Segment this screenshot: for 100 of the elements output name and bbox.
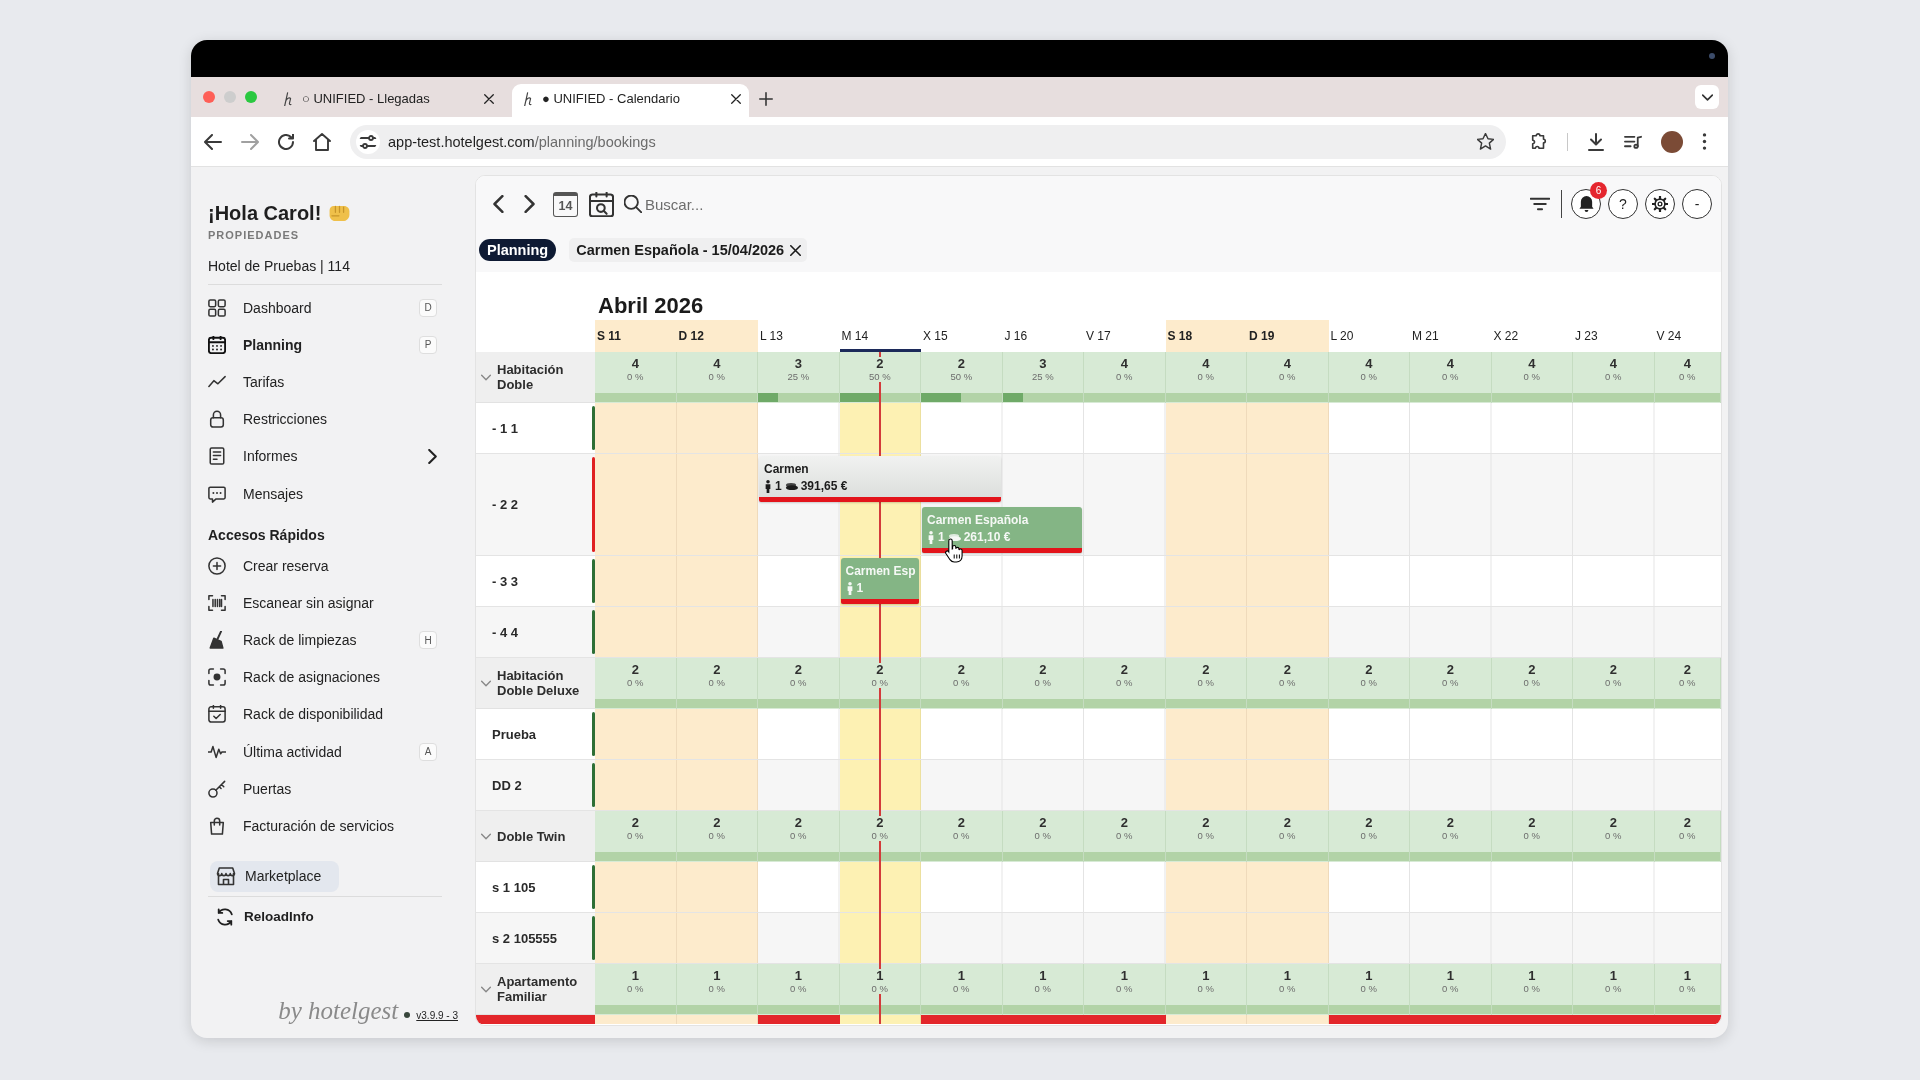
calendar-cell[interactable] (839, 1015, 921, 1024)
calendar-cell[interactable] (676, 913, 758, 963)
room-type-header[interactable]: Doble Twin (476, 811, 595, 862)
calendar-cell[interactable] (1247, 556, 1329, 606)
calendar-cell[interactable] (839, 913, 921, 963)
address-bar[interactable]: app-test.hotelgest.com/planning/bookings (350, 124, 1506, 159)
calendar-cell[interactable] (839, 607, 921, 657)
download-icon[interactable] (1587, 132, 1605, 151)
calendar-cell[interactable] (595, 913, 677, 963)
search-input[interactable]: Buscar... (645, 192, 925, 216)
filter-chip[interactable]: Carmen Española - 15/04/2026 (569, 238, 808, 262)
calendar-cell[interactable] (1247, 913, 1329, 963)
back-arrow-icon[interactable] (204, 133, 222, 150)
calendar-cell[interactable] (921, 1015, 1003, 1024)
forward-arrow-icon[interactable] (241, 133, 259, 150)
calendar-cell[interactable] (676, 760, 758, 810)
calendar-cell[interactable] (595, 1015, 677, 1024)
calendar-cell[interactable] (676, 454, 758, 505)
calendar-cell[interactable] (676, 862, 758, 912)
reload-icon[interactable] (278, 133, 294, 150)
browser-tab[interactable]: ○ UNIFIED - Llegadas (272, 84, 502, 117)
calendar-cell[interactable] (1654, 1015, 1721, 1024)
room-type-header[interactable]: Habitación Doble (476, 352, 595, 403)
quick-access-item[interactable]: Rack de limpiezas H (208, 621, 442, 659)
close-icon[interactable] (484, 93, 494, 104)
quick-access-item[interactable]: Puertas (208, 770, 442, 808)
calendar-cell[interactable] (1165, 607, 1247, 657)
quick-access-item[interactable]: Rack de asignaciones (208, 658, 442, 696)
tab-list-button[interactable] (1695, 85, 1719, 109)
quick-access-item[interactable]: Crear reserva (208, 547, 442, 585)
kebab-menu-icon[interactable] (1702, 133, 1707, 150)
calendar-cell[interactable] (1165, 556, 1247, 606)
maximize-window-icon[interactable] (245, 91, 257, 103)
chevron-left-icon[interactable] (493, 195, 505, 213)
room-type-header[interactable]: Apartamento Familiar (476, 964, 595, 1015)
calendar-cell[interactable] (839, 760, 921, 810)
calendar-cell[interactable] (839, 403, 921, 453)
avatar-placeholder[interactable] (1661, 130, 1683, 153)
nav-item[interactable]: Mensajes (208, 474, 442, 513)
close-icon[interactable] (790, 244, 802, 256)
quick-access-item[interactable]: Rack de disponibilidad (208, 695, 442, 734)
nav-item[interactable]: Dashboard D (208, 289, 442, 327)
marketplace-button[interactable]: Marketplace (210, 860, 339, 892)
version-link[interactable]: v3.9.9 - 3 (416, 1009, 458, 1021)
calendar-cell[interactable] (1247, 504, 1329, 555)
calendar-cell[interactable] (595, 454, 677, 505)
minimize-window-icon[interactable] (224, 91, 236, 103)
help-button[interactable]: ? (1608, 189, 1638, 219)
calendar-cell[interactable] (595, 607, 677, 657)
calendar-cell[interactable] (1165, 862, 1247, 912)
calendar-cell[interactable] (595, 862, 677, 912)
calendar-search-icon[interactable] (589, 191, 614, 217)
reload-button[interactable]: ReloadInfo (208, 901, 318, 932)
calendar-cell[interactable] (1247, 862, 1329, 912)
quick-access-item[interactable]: Escanear sin asignar (208, 584, 442, 622)
calendar-cell[interactable] (1165, 913, 1247, 963)
calendar-cell[interactable] (1247, 1015, 1329, 1024)
nav-item[interactable]: Restricciones (208, 400, 442, 438)
calendar-cell[interactable] (595, 760, 677, 810)
playlist-icon[interactable] (1624, 133, 1642, 150)
calendar-cell[interactable] (1247, 403, 1329, 453)
chevron-right-icon[interactable] (523, 195, 535, 213)
calendar-cell[interactable] (595, 556, 677, 606)
quick-access-item[interactable]: Última actividad A (208, 733, 442, 771)
calendar-cell[interactable] (758, 1015, 840, 1024)
calendar-cell[interactable] (1247, 607, 1329, 657)
calendar-cell[interactable] (1247, 760, 1329, 810)
nav-item[interactable]: Planning P (208, 326, 442, 364)
calendar-cell[interactable] (1165, 403, 1247, 453)
calendar-cell[interactable] (1247, 709, 1329, 759)
nav-item[interactable]: Informes (208, 437, 442, 475)
calendar-cell[interactable] (1084, 1015, 1166, 1024)
quick-access-item[interactable]: Facturación de servicios (208, 807, 442, 845)
today-button[interactable]: 14 (553, 191, 578, 217)
filter-icon[interactable] (1529, 197, 1550, 211)
calendar-cell[interactable] (1165, 1015, 1247, 1024)
close-window-icon[interactable] (203, 91, 215, 103)
calendar-cell[interactable] (676, 504, 758, 555)
calendar-cell[interactable] (1165, 504, 1247, 555)
calendar-cell[interactable] (1165, 709, 1247, 759)
plus-icon[interactable] (759, 92, 773, 106)
puzzle-icon[interactable] (1530, 132, 1548, 151)
calendar-cell[interactable] (1247, 454, 1329, 505)
calendar-cell[interactable] (676, 556, 758, 606)
star-icon[interactable] (1477, 133, 1494, 150)
account-button[interactable]: - (1682, 189, 1712, 219)
browser-tab[interactable]: ● UNIFIED - Calendario (512, 84, 749, 117)
room-type-header[interactable]: Habitación Doble Deluxe (476, 658, 595, 709)
calendar-cell[interactable] (1165, 454, 1247, 505)
booking-card[interactable]: Carmen 1 391,65 € (759, 456, 1001, 502)
calendar-cell[interactable] (595, 709, 677, 759)
calendar-cell[interactable] (676, 403, 758, 453)
calendar-cell[interactable] (839, 504, 921, 555)
nav-item[interactable]: Tarifas (208, 363, 442, 401)
close-icon[interactable] (731, 93, 741, 104)
calendar-cell[interactable] (839, 709, 921, 759)
settings-button[interactable] (1645, 189, 1675, 219)
calendar-cell[interactable] (676, 709, 758, 759)
calendar-cell[interactable] (595, 403, 677, 453)
site-settings-icon[interactable] (356, 129, 380, 154)
